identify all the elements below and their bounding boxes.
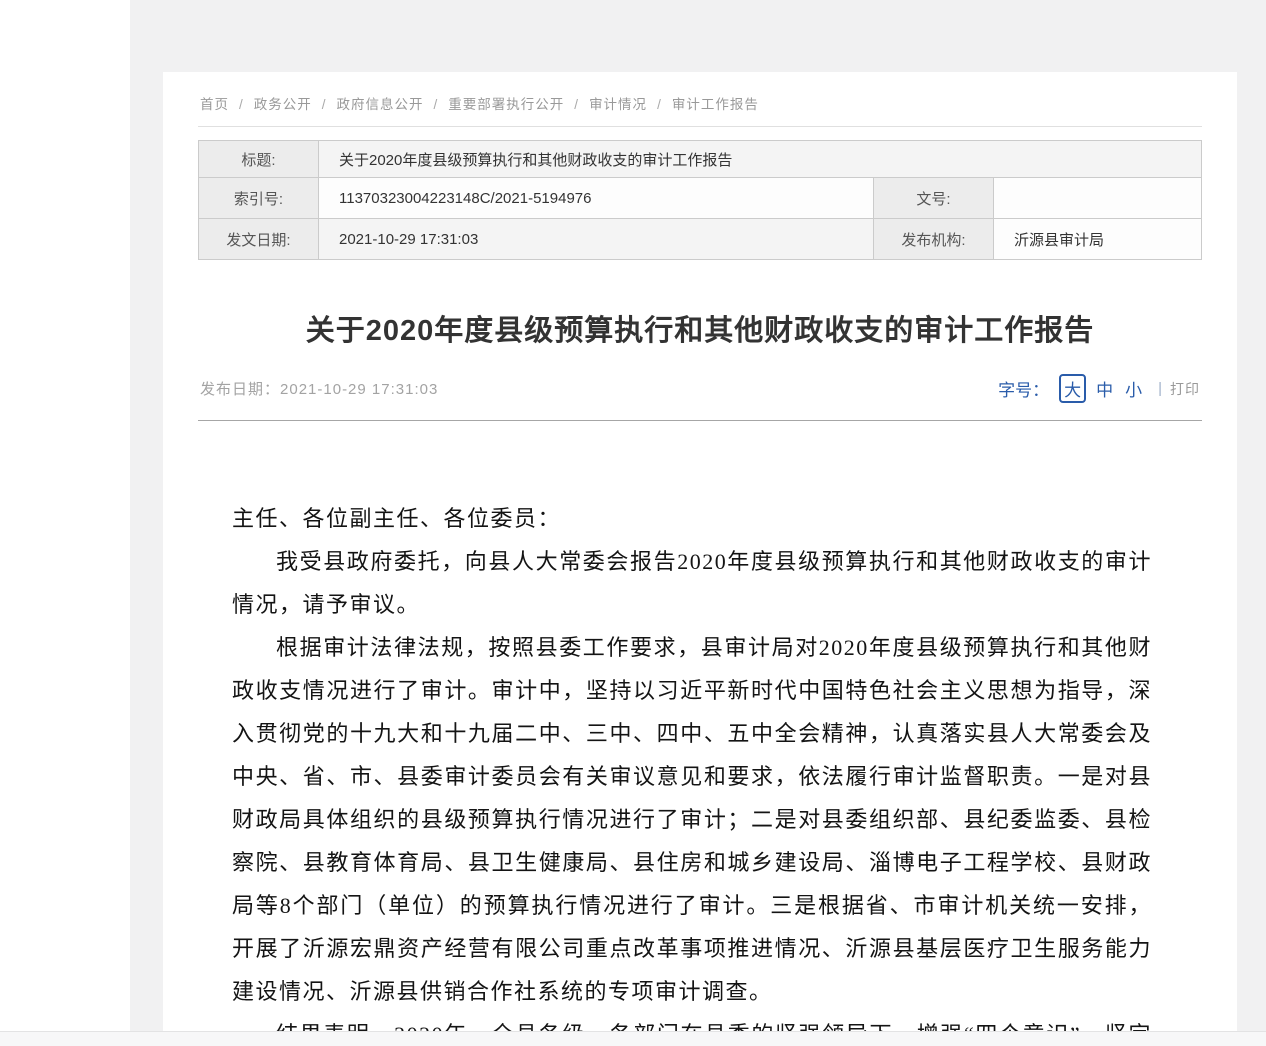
- breadcrumb-link[interactable]: 审计工作报告: [672, 97, 759, 112]
- meta-row-title: 标题: 关于2020年度县级预算执行和其他财政收支的审计工作报告: [199, 141, 1202, 178]
- breadcrumb-separator: /: [434, 97, 439, 112]
- publish-date-value: 2021-10-29 17:31:03: [280, 381, 438, 398]
- title-value: 关于2020年度县级预算执行和其他财政收支的审计工作报告: [319, 141, 1202, 178]
- index-number-label: 索引号:: [199, 178, 319, 219]
- article-tools: 字号： 大 中 小 | 打印: [998, 374, 1200, 403]
- breadcrumb-link[interactable]: 首页: [200, 97, 229, 112]
- content-card: 首页 / 政务公开 / 政府信息公开 / 重要部署执行公开 / 审计情况 / 审计工作报告 标题: …: [163, 72, 1237, 1046]
- print-button[interactable]: 打印: [1170, 379, 1200, 399]
- breadcrumb-link[interactable]: 政府信息公开: [337, 97, 424, 112]
- breadcrumb-separator: /: [239, 97, 244, 112]
- title-label: 标题:: [199, 141, 319, 178]
- issue-date-label: 发文日期:: [199, 219, 319, 260]
- breadcrumb-separator: /: [574, 97, 579, 112]
- breadcrumb-link[interactable]: 政务公开: [254, 97, 312, 112]
- breadcrumb-link[interactable]: 审计情况: [589, 97, 647, 112]
- publish-date-label: 发布日期：: [200, 381, 280, 398]
- breadcrumb-separator: /: [322, 97, 327, 112]
- font-size-small-button[interactable]: 小: [1125, 376, 1142, 401]
- tools-separator: |: [1158, 380, 1162, 397]
- issue-date-value: 2021-10-29 17:31:03: [319, 219, 874, 260]
- article-meta-bar: 发布日期：2021-10-29 17:31:03 字号： 大 中 小 | 打印: [198, 374, 1202, 421]
- font-size-label: 字号：: [998, 376, 1049, 401]
- breadcrumb-link[interactable]: 重要部署执行公开: [448, 97, 564, 112]
- article-paragraph: 根据审计法律法规，按照县委工作要求，县审计局对2020年度县级预算执行和其他财政…: [232, 626, 1152, 1013]
- meta-row-index: 索引号: 11370323004223148C/2021-5194976 文号:: [199, 178, 1202, 219]
- meta-row-date: 发文日期: 2021-10-29 17:31:03 发布机构: 沂源县审计局: [199, 219, 1202, 260]
- page-left-margin: [0, 0, 130, 1046]
- breadcrumb: 首页 / 政务公开 / 政府信息公开 / 重要部署执行公开 / 审计情况 / 审计工作报告: [198, 72, 1202, 127]
- font-size-large-button[interactable]: 大: [1059, 374, 1086, 403]
- article-body: 主任、各位副主任、各位委员：我受县政府委托，向县人大常委会报告2020年度县级预…: [232, 497, 1152, 1046]
- doc-number-value: [994, 178, 1202, 219]
- publisher-value: 沂源县审计局: [994, 219, 1202, 260]
- font-size-medium-button[interactable]: 中: [1096, 376, 1113, 401]
- document-meta-table: 标题: 关于2020年度县级预算执行和其他财政收支的审计工作报告 索引号: 11…: [198, 140, 1202, 260]
- article-title: 关于2020年度县级预算执行和其他财政收支的审计工作报告: [198, 307, 1202, 349]
- article-paragraph: 主任、各位副主任、各位委员：: [232, 497, 1152, 540]
- index-number-value: 11370323004223148C/2021-5194976: [319, 178, 874, 219]
- article-paragraph: 我受县政府委托，向县人大常委会报告2020年度县级预算执行和其他财政收支的审计情…: [232, 540, 1152, 626]
- footer-bar: [0, 1031, 1266, 1046]
- publish-date: 发布日期：2021-10-29 17:31:03: [200, 378, 438, 399]
- publisher-label: 发布机构:: [874, 219, 994, 260]
- breadcrumb-separator: /: [657, 97, 662, 112]
- doc-number-label: 文号:: [874, 178, 994, 219]
